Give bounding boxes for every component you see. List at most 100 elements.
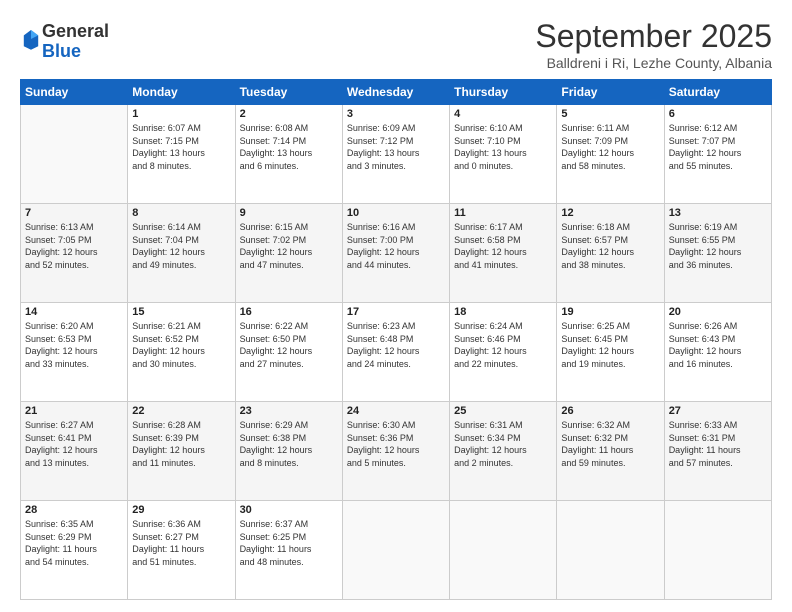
calendar-cell: 5Sunrise: 6:11 AMSunset: 7:09 PMDaylight… — [557, 105, 664, 204]
calendar-cell: 3Sunrise: 6:09 AMSunset: 7:12 PMDaylight… — [342, 105, 449, 204]
logo-blue-text: Blue — [42, 42, 109, 62]
cell-content: and 30 minutes. — [132, 358, 230, 371]
cell-content: Sunset: 6:41 PM — [25, 432, 123, 445]
cell-content: Sunset: 6:48 PM — [347, 333, 445, 346]
calendar-cell — [557, 501, 664, 600]
day-number: 5 — [561, 108, 659, 120]
day-number: 11 — [454, 207, 552, 219]
calendar-cell — [342, 501, 449, 600]
cell-content: Daylight: 12 hours — [240, 345, 338, 358]
title-block: September 2025 Balldreni i Ri, Lezhe Cou… — [535, 18, 772, 71]
cell-content: Sunset: 7:12 PM — [347, 135, 445, 148]
cell-content: Sunrise: 6:18 AM — [561, 221, 659, 234]
cell-content: Daylight: 11 hours — [25, 543, 123, 556]
calendar-cell: 30Sunrise: 6:37 AMSunset: 6:25 PMDayligh… — [235, 501, 342, 600]
calendar-cell: 20Sunrise: 6:26 AMSunset: 6:43 PMDayligh… — [664, 303, 771, 402]
cell-content: Daylight: 12 hours — [669, 246, 767, 259]
cell-content: and 51 minutes. — [132, 556, 230, 569]
calendar-cell: 25Sunrise: 6:31 AMSunset: 6:34 PMDayligh… — [450, 402, 557, 501]
day-number: 28 — [25, 504, 123, 516]
cell-content: Sunrise: 6:12 AM — [669, 122, 767, 135]
header-row: Sunday Monday Tuesday Wednesday Thursday… — [21, 80, 772, 105]
cell-content: Sunset: 7:09 PM — [561, 135, 659, 148]
calendar-cell: 6Sunrise: 6:12 AMSunset: 7:07 PMDaylight… — [664, 105, 771, 204]
cell-content: Sunset: 6:27 PM — [132, 531, 230, 544]
cell-content: Sunrise: 6:09 AM — [347, 122, 445, 135]
cell-content: and 5 minutes. — [347, 457, 445, 470]
cell-content: Daylight: 13 hours — [132, 147, 230, 160]
week-row-3: 14Sunrise: 6:20 AMSunset: 6:53 PMDayligh… — [21, 303, 772, 402]
cell-content: Sunrise: 6:31 AM — [454, 419, 552, 432]
cell-content: and 16 minutes. — [669, 358, 767, 371]
calendar-cell: 22Sunrise: 6:28 AMSunset: 6:39 PMDayligh… — [128, 402, 235, 501]
day-number: 18 — [454, 306, 552, 318]
cell-content: Daylight: 12 hours — [240, 444, 338, 457]
cell-content: Daylight: 12 hours — [561, 345, 659, 358]
cell-content: Daylight: 12 hours — [240, 246, 338, 259]
cell-content: Sunrise: 6:30 AM — [347, 419, 445, 432]
logo: General Blue — [20, 22, 109, 62]
calendar-cell: 16Sunrise: 6:22 AMSunset: 6:50 PMDayligh… — [235, 303, 342, 402]
calendar-cell: 10Sunrise: 6:16 AMSunset: 7:00 PMDayligh… — [342, 204, 449, 303]
day-number: 20 — [669, 306, 767, 318]
cell-content: and 19 minutes. — [561, 358, 659, 371]
cell-content: Sunset: 6:39 PM — [132, 432, 230, 445]
cell-content: and 59 minutes. — [561, 457, 659, 470]
cell-content: Sunrise: 6:29 AM — [240, 419, 338, 432]
cell-content: Daylight: 12 hours — [132, 444, 230, 457]
calendar-cell: 29 Sunrise: 6:36 AMSunset: 6:27 PMDayligh… — [128, 501, 235, 600]
day-number: 16 — [240, 306, 338, 318]
cell-content: Daylight: 13 hours — [454, 147, 552, 160]
calendar-cell: 15Sunrise: 6:21 AMSunset: 6:52 PMDayligh… — [128, 303, 235, 402]
day-number: 17 — [347, 306, 445, 318]
cell-content: Sunrise: 6:07 AM — [132, 122, 230, 135]
cell-content: Sunset: 7:14 PM — [240, 135, 338, 148]
day-number: 10 — [347, 207, 445, 219]
cell-content: and 54 minutes. — [25, 556, 123, 569]
cell-content: Sunset: 6:32 PM — [561, 432, 659, 445]
cell-content: Sunrise: 6:36 AM — [132, 518, 230, 531]
cell-content: Sunset: 6:43 PM — [669, 333, 767, 346]
day-number: 23 — [240, 405, 338, 417]
cell-content: Sunset: 6:45 PM — [561, 333, 659, 346]
cell-content: Sunrise: 6:11 AM — [561, 122, 659, 135]
col-wednesday: Wednesday — [342, 80, 449, 105]
day-number: 29 — [132, 504, 230, 516]
cell-content: Sunrise: 6:37 AM — [240, 518, 338, 531]
cell-content: Sunset: 6:29 PM — [25, 531, 123, 544]
cell-content: Sunrise: 6:14 AM — [132, 221, 230, 234]
header: General Blue September 2025 Balldreni i … — [20, 18, 772, 71]
cell-content: Sunset: 7:02 PM — [240, 234, 338, 247]
cell-content: Sunrise: 6:19 AM — [669, 221, 767, 234]
cell-content: Sunrise: 6:08 AM — [240, 122, 338, 135]
cell-content: Daylight: 12 hours — [347, 345, 445, 358]
col-friday: Friday — [557, 80, 664, 105]
day-number: 22 — [132, 405, 230, 417]
cell-content: and 22 minutes. — [454, 358, 552, 371]
day-number: 27 — [669, 405, 767, 417]
location-subtitle: Balldreni i Ri, Lezhe County, Albania — [535, 55, 772, 71]
week-row-2: 7Sunrise: 6:13 AMSunset: 7:05 PMDaylight… — [21, 204, 772, 303]
cell-content: Sunset: 6:52 PM — [132, 333, 230, 346]
cell-content: Sunset: 6:53 PM — [25, 333, 123, 346]
calendar-cell — [450, 501, 557, 600]
cell-content: Sunrise: 6:10 AM — [454, 122, 552, 135]
calendar-cell: 19Sunrise: 6:25 AMSunset: 6:45 PMDayligh… — [557, 303, 664, 402]
calendar-cell — [664, 501, 771, 600]
day-number: 15 — [132, 306, 230, 318]
cell-content: Sunset: 7:07 PM — [669, 135, 767, 148]
cell-content: Sunrise: 6:20 AM — [25, 320, 123, 333]
day-number: 26 — [561, 405, 659, 417]
day-number: 6 — [669, 108, 767, 120]
cell-content: Sunset: 7:04 PM — [132, 234, 230, 247]
calendar-cell: 4Sunrise: 6:10 AMSunset: 7:10 PMDaylight… — [450, 105, 557, 204]
cell-content: Daylight: 11 hours — [132, 543, 230, 556]
calendar-cell: 14Sunrise: 6:20 AMSunset: 6:53 PMDayligh… — [21, 303, 128, 402]
day-number: 1 — [132, 108, 230, 120]
calendar-cell: 12Sunrise: 6:18 AMSunset: 6:57 PMDayligh… — [557, 204, 664, 303]
cell-content: Sunrise: 6:16 AM — [347, 221, 445, 234]
cell-content: and 3 minutes. — [347, 160, 445, 173]
cell-content: Sunset: 6:36 PM — [347, 432, 445, 445]
cell-content: and 8 minutes. — [132, 160, 230, 173]
day-number: 21 — [25, 405, 123, 417]
